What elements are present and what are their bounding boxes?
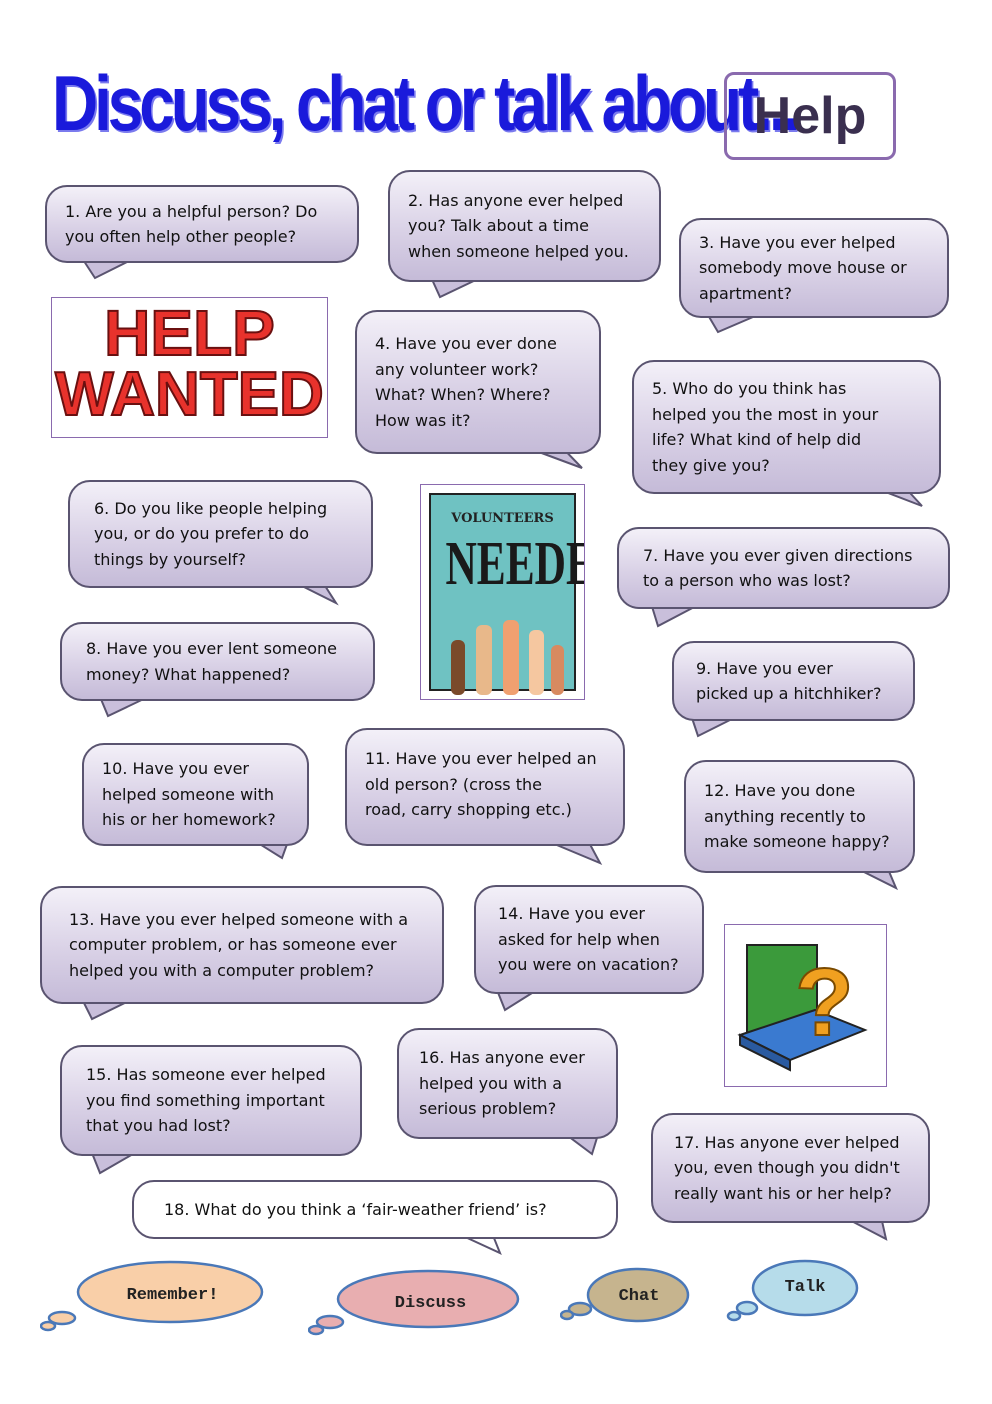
question-bubble-14: 14. Have you ever asked for help when yo… [474,885,704,994]
question-bubble-11: 11. Have you ever helped an old person? … [345,728,625,846]
question-bubble-13: 13. Have you ever helped someone with a … [40,886,444,1004]
question-bubble-4: 4. Have you ever done any volunteer work… [355,310,601,454]
question-bubble-18: 18. What do you think a ‘fair-weather fr… [132,1180,618,1239]
question-bubble-8: 8. Have you ever lent someone money? Wha… [60,622,375,701]
question-bubble-1: 1. Are you a helpful person? Do you ofte… [45,185,359,263]
question-bubble-2: 2. Has anyone ever helped you? Talk abou… [388,170,661,282]
question-bubble-9: 9. Have you ever picked up a hitchhiker? [672,641,915,721]
question-bubble-3: 3. Have you ever helped somebody move ho… [679,218,949,318]
question-bubble-5: 5. Who do you think has helped you the m… [632,360,941,494]
question-bubble-6: 6. Do you like people helping you, or do… [68,480,373,588]
question-bubble-10: 10. Have you ever helped someone with hi… [82,743,309,846]
question-bubble-12: 12. Have you done anything recently to m… [684,760,915,873]
question-bubble-7: 7. Have you ever given directions to a p… [617,527,950,609]
question-bubble-15: 15. Has someone ever helped you find som… [60,1045,362,1156]
question-bubble-16: 16. Has anyone ever helped you with a se… [397,1028,618,1139]
question-bubble-17: 17. Has anyone ever helped you, even tho… [651,1113,930,1223]
worksheet-page: Discuss, chat or talk about... Help 1. A… [0,0,992,1404]
